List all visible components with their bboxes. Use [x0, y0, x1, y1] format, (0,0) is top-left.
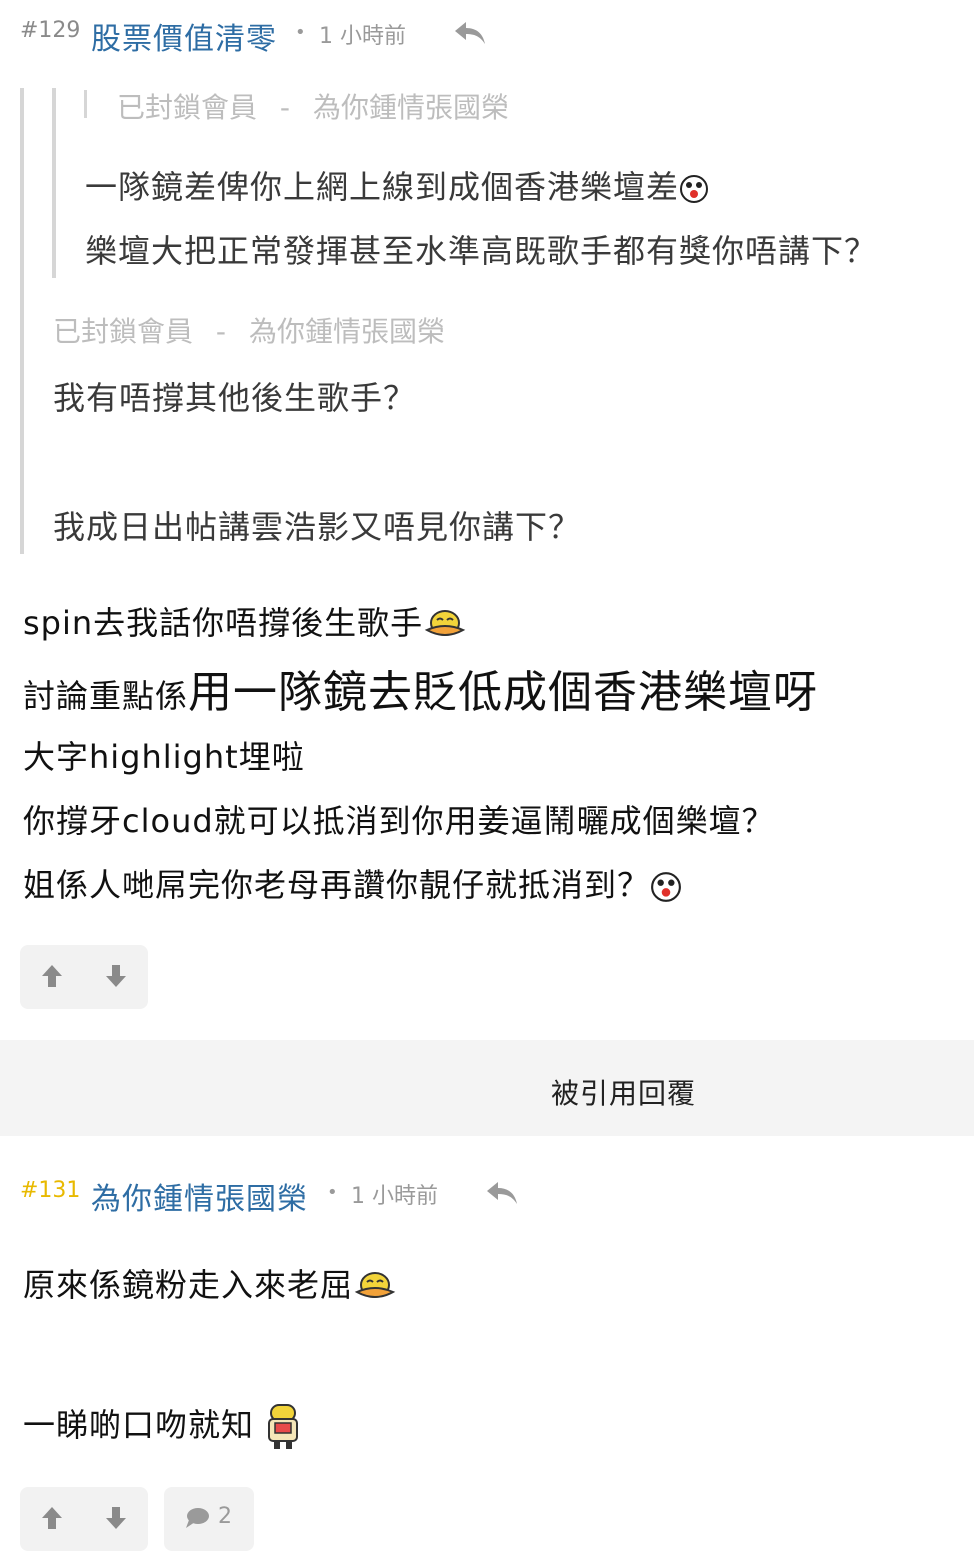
- quote-outer-line2: 我成日出帖講雲浩影又唔見你講下？: [53, 508, 582, 546]
- body-text: 討論重點係: [23, 677, 189, 715]
- reply-count: 2: [218, 1504, 232, 1529]
- quote-inner-header: 已封鎖會員 - 為你鍾情張國榮: [117, 86, 509, 126]
- post-time: 1 小時前: [351, 1184, 438, 1209]
- quote-bar-outer: [20, 88, 24, 554]
- laughing-duck-emoji: [354, 1272, 396, 1298]
- quote-bar-innermost: [84, 90, 87, 118]
- blocked-member-label: 已封鎖會員: [53, 315, 194, 348]
- quote-outer-line1: 我有唔撐其他後生歌手？: [53, 379, 417, 417]
- body-text: 原來係鏡粉走入來老屈: [23, 1266, 354, 1304]
- shocked-emoji: [680, 175, 709, 203]
- quote-text: 一隊鏡差俾你上網上線到成個香港樂壇差: [85, 168, 680, 206]
- quoted-replies-label[interactable]: 被引用回覆: [551, 1072, 696, 1112]
- post-number: #131: [20, 1178, 81, 1203]
- quoted-replies-bar[interactable]: [0, 1040, 974, 1136]
- body-line1: 原來係鏡粉走入來老屈: [23, 1260, 397, 1306]
- quoted-author: 為你鍾情張國榮: [248, 315, 445, 348]
- shocked-emoji: [651, 872, 681, 902]
- reply-icon[interactable]: [452, 18, 488, 46]
- quote-outer-header: 已封鎖會員 - 為你鍾情張國榮: [53, 310, 445, 350]
- blushing-emoji: [268, 1404, 299, 1449]
- quote-inner-line2: 樂壇大把正常發揮甚至水準高既歌手都有獎你唔講下？: [85, 232, 878, 270]
- quoted-author: 為你鍾情張國榮: [312, 91, 509, 124]
- downvote-icon[interactable]: [104, 1505, 128, 1531]
- body-line2: 一睇啲口吻就知: [23, 1400, 300, 1451]
- post-author[interactable]: 股票價值清零: [91, 14, 277, 58]
- body-line1: spin去我話你唔撐後生歌手: [23, 598, 467, 644]
- header-separator: -: [215, 315, 227, 348]
- downvote-icon[interactable]: [104, 963, 128, 989]
- upvote-icon[interactable]: [40, 1505, 64, 1531]
- body-text: spin去我話你唔撐後生歌手: [23, 604, 424, 642]
- body-highlight-text: 用一隊鏡去貶低成個香港樂壇呀: [188, 667, 819, 718]
- upvote-icon[interactable]: [40, 963, 64, 989]
- post-author[interactable]: 為你鍾情張國榮: [91, 1174, 308, 1218]
- separator-dot: •: [327, 1182, 338, 1203]
- body-line4: 你撐牙cloud就可以抵消到你用姜逼鬧曬成個樂壇？: [23, 802, 775, 840]
- header-separator: -: [279, 91, 291, 124]
- quote-bar-inner: [52, 88, 56, 278]
- laughing-duck-emoji: [424, 610, 466, 636]
- body-line5: 姐係人哋屌完你老母再讚你靚仔就抵消到？: [23, 860, 682, 906]
- quote-inner-line1: 一隊鏡差俾你上網上線到成個香港樂壇差: [85, 162, 709, 208]
- blocked-member-label: 已封鎖會員: [117, 91, 258, 124]
- comment-icon: [186, 1508, 209, 1528]
- body-text: 姐係人哋屌完你老母再讚你靚仔就抵消到？: [23, 866, 651, 904]
- body-line3: 大字highlight埋啦: [23, 738, 305, 776]
- post-number: #129: [20, 18, 81, 43]
- post-time: 1 小時前: [319, 24, 406, 49]
- body-text: 一睇啲口吻就知: [23, 1406, 255, 1444]
- body-line2: 討論重點係用一隊鏡去貶低成個香港樂壇呀: [23, 656, 818, 720]
- separator-dot: •: [295, 22, 306, 43]
- reply-icon[interactable]: [484, 1178, 520, 1206]
